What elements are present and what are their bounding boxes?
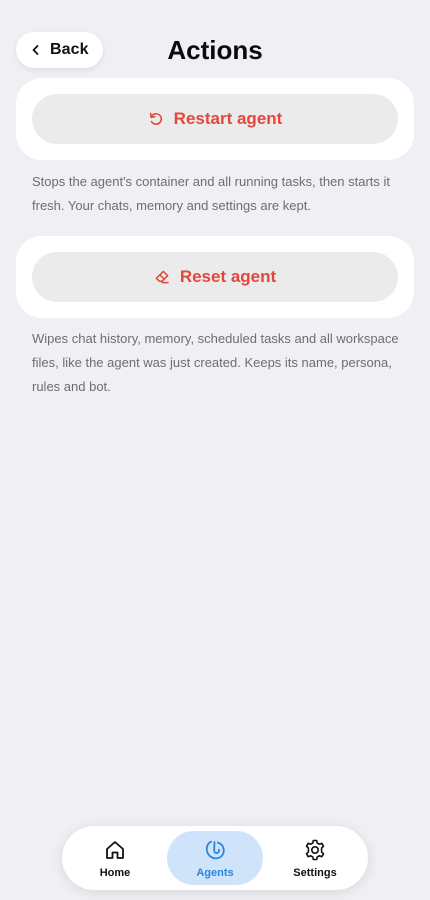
- restart-agent-button[interactable]: Restart agent: [32, 94, 398, 144]
- tab-settings-label: Settings: [293, 866, 337, 879]
- eraser-icon: [154, 269, 170, 285]
- tab-agents-label: Agents: [196, 866, 234, 879]
- tab-home-label: Home: [99, 866, 131, 879]
- restart-icon: [148, 111, 164, 127]
- tab-home[interactable]: Home: [67, 831, 163, 885]
- reset-agent-button[interactable]: Reset agent: [32, 252, 398, 302]
- tab-settings[interactable]: Settings: [267, 831, 363, 885]
- tab-bar: Home Agents Settings: [62, 826, 368, 890]
- home-icon: [103, 838, 127, 862]
- restart-description: Stops the agent's container and all runn…: [32, 174, 391, 213]
- gear-icon: [303, 838, 327, 862]
- restart-agent-label: Restart agent: [173, 109, 283, 128]
- tab-agents[interactable]: Agents: [167, 831, 263, 885]
- reset-agent-label: Reset agent: [179, 267, 277, 286]
- agents-icon: [203, 838, 227, 862]
- reset-card: Reset agent: [16, 236, 414, 318]
- restart-card: Restart agent: [16, 78, 414, 160]
- reset-description: Wipes chat history, memory, scheduled ta…: [32, 331, 399, 394]
- page-title: Actions: [167, 35, 263, 65]
